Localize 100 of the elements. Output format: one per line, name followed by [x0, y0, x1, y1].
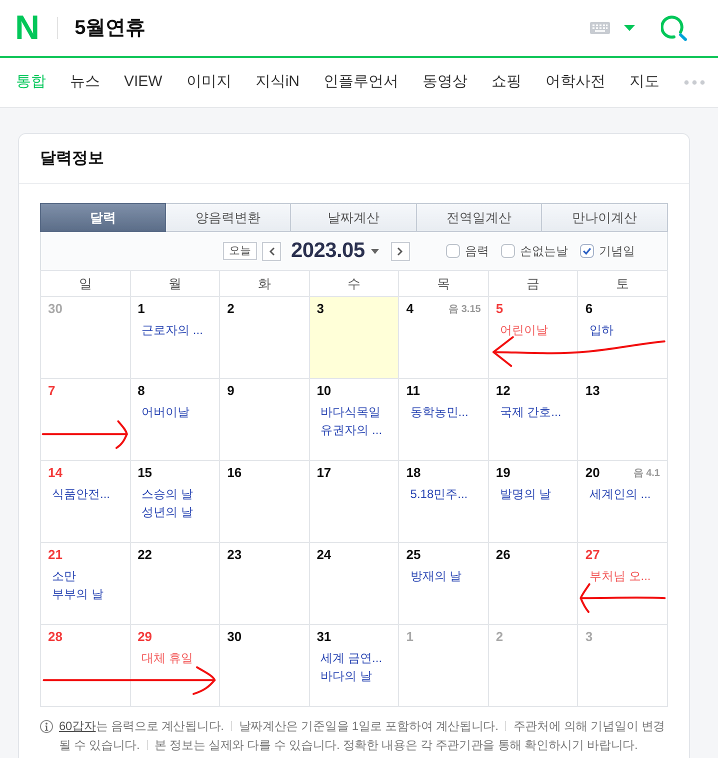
day-cell[interactable]: 18 5.18민주... [399, 461, 489, 543]
day-cell[interactable]: 6 입하 [578, 297, 668, 379]
day-number: 19 [496, 464, 510, 482]
day-number: 30 [227, 628, 242, 646]
event-link[interactable]: 입하 [589, 321, 614, 339]
day-cell[interactable]: 4 음 3.15 [399, 297, 489, 379]
day-number: 16 [227, 464, 242, 482]
day-cell[interactable]: 20 음 4.1 세계인의 ... [578, 461, 668, 543]
day-cell[interactable]: 9 [220, 379, 310, 461]
search-tab[interactable]: 동영상 [422, 71, 468, 94]
day-number: 8 [138, 382, 145, 400]
search-tab[interactable]: 어학사전 [546, 71, 606, 94]
day-cell[interactable]: 7 [41, 379, 131, 461]
day-number: 4 [406, 300, 414, 318]
more-icon[interactable] [684, 80, 705, 85]
event-link[interactable]: 방재의 날 [410, 567, 462, 585]
day-cell[interactable]: 8 어버이날 [130, 379, 220, 461]
search-tab[interactable]: 이미지 [186, 71, 232, 94]
search-bar[interactable]: N 5월연휴 [0, 0, 718, 58]
option-checkbox[interactable] [580, 244, 594, 258]
event-link[interactable]: 스승의 날 [142, 485, 193, 503]
search-tab[interactable]: 지식iN [255, 71, 300, 94]
day-number: 26 [496, 546, 510, 564]
day-cell[interactable]: 27 부처님 오... [578, 543, 668, 625]
calendar-tab[interactable]: 달력 [40, 203, 166, 232]
day-number: 27 [585, 546, 600, 564]
day-cell[interactable]: 3 [310, 297, 400, 379]
previous-month-button[interactable] [262, 242, 281, 260]
day-cell[interactable]: 11 동학농민... [399, 379, 489, 461]
day-cell[interactable]: 26 [488, 543, 578, 625]
event-link[interactable]: 발명의 날 [500, 485, 552, 503]
day-number: 18 [406, 464, 421, 482]
event-link[interactable]: 식품안전... [52, 485, 110, 503]
event-link[interactable]: 국제 간호... [500, 403, 562, 421]
chevron-right-icon [397, 246, 404, 256]
day-number: 21 [48, 546, 62, 564]
day-cell[interactable]: 15 스승의 날 성년의 날 [130, 461, 220, 543]
day-cell[interactable]: 12 국제 간호... [488, 379, 578, 461]
notes-link[interactable]: 60갑자 [59, 719, 96, 733]
day-cell[interactable]: 1 근로자의 ... [130, 297, 220, 379]
day-number: 20 [585, 464, 600, 482]
day-cell[interactable]: 23 [220, 543, 310, 625]
day-number: 14 [48, 464, 62, 482]
day-cell[interactable]: 24 [310, 543, 400, 625]
search-tab[interactable]: VIEW [124, 71, 162, 94]
day-cell[interactable]: 21 소만 부부의 날 [41, 543, 131, 625]
event-link[interactable]: 어버이날 [142, 403, 190, 421]
today-button[interactable]: 오늘 [223, 242, 257, 260]
day-cell[interactable]: 2 [220, 297, 310, 379]
calendar-tab[interactable]: 양음력변환 [166, 203, 292, 232]
day-cell[interactable]: 17 [310, 461, 400, 543]
day-cell[interactable]: 10 바다식목일 유권자의 ... [310, 379, 400, 461]
event-link[interactable]: 부부의 날 [52, 585, 104, 603]
caret-icon[interactable] [624, 25, 635, 31]
search-icon[interactable] [661, 14, 688, 42]
calendar-tab[interactable]: 날짜계산 [291, 203, 417, 232]
option-label[interactable]: 기념일 [598, 242, 635, 260]
day-cell[interactable]: 29 대체 휴일 [130, 625, 220, 707]
chevron-left-icon [268, 246, 274, 256]
day-cell[interactable]: 5 어린이날 [488, 297, 578, 379]
search-tab[interactable]: 쇼핑 [492, 71, 522, 94]
day-cell[interactable]: 30 [220, 625, 310, 707]
day-cell[interactable]: 28 [41, 625, 131, 707]
day-cell[interactable]: 13 [578, 379, 668, 461]
event-link[interactable]: 바다의 날 [320, 667, 372, 685]
search-tab[interactable]: 뉴스 [70, 71, 100, 94]
day-cell[interactable]: 14 식품안전... [41, 461, 131, 543]
day-number: 6 [585, 300, 593, 318]
event-link[interactable]: 5.18민주... [410, 485, 468, 503]
day-cell[interactable]: 19 발명의 날 [488, 461, 578, 543]
search-tab[interactable]: 인플루언서 [324, 71, 399, 94]
day-cell[interactable]: 31 세계 금연... 바다의 날 [310, 625, 400, 707]
day-cell[interactable]: 16 [220, 461, 310, 543]
day-number: 29 [138, 628, 152, 646]
lunar-date: 음 4.1 [633, 466, 660, 480]
event-link[interactable]: 세계 금연... [320, 649, 382, 667]
search-tab[interactable]: 지도 [630, 71, 660, 94]
event-link[interactable]: 바다식목일 [320, 403, 381, 421]
event-link[interactable]: 유권자의 ... [320, 421, 382, 439]
keyboard-icon[interactable] [590, 22, 610, 34]
day-cell[interactable]: 22 [130, 543, 220, 625]
event-link[interactable]: 동학농민... [410, 403, 468, 421]
day-number: 2 [227, 300, 234, 318]
day-number: 17 [316, 464, 332, 482]
option-checkbox[interactable] [500, 244, 515, 258]
calendar-notes: 60갑자는 음력으로 계산됩니다. 날짜계산은 기준일을 1일로 포함하여 계산됩니다. 주관처에 의해 기념일이 변경될 수 있습니다. 본 정보는 실제와 다를 수 있습니다. 정확한 내용은 각 주관기관을 통해 확인하시기 바랍니다. [59, 718, 666, 754]
event-link[interactable]: 근로자의 ... [142, 321, 203, 339]
event-link[interactable]: 세계인의 ... [589, 485, 651, 503]
day-number: 3 [316, 300, 324, 318]
event-link[interactable]: 성년의 날 [142, 503, 193, 521]
day-cell[interactable]: 25 방재의 날 [399, 543, 489, 625]
event-link[interactable]: 소만 [52, 567, 76, 585]
month-dropdown[interactable]: 2023.05 [289, 235, 381, 267]
next-month-button[interactable] [390, 242, 410, 260]
search-field[interactable]: 5월연휴 [74, 13, 590, 43]
calendar-tab[interactable]: 만나이계산 [542, 203, 668, 232]
option-label[interactable]: 음력 [464, 242, 489, 260]
option-checkbox[interactable] [446, 244, 460, 258]
calendar-tab[interactable]: 전역일계산 [416, 203, 542, 232]
option-label[interactable]: 손없는날 [520, 242, 568, 260]
